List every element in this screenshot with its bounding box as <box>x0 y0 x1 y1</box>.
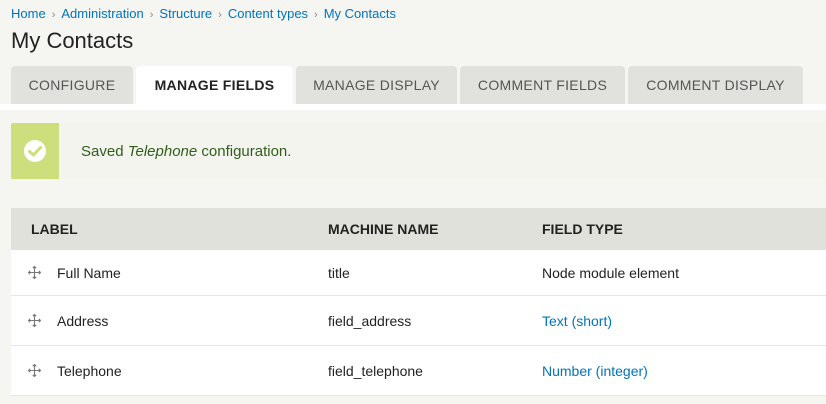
row-label: Full Name <box>57 264 121 281</box>
table-row: Address field_address Text (short) <box>11 296 826 346</box>
tab-bar: CONFIGURE MANAGE FIELDS MANAGE DISPLAY C… <box>11 66 803 104</box>
page-title: My Contacts <box>11 28 134 53</box>
tab-manage-display[interactable]: MANAGE DISPLAY <box>296 66 457 104</box>
status-message-text: Saved Telephone configuration. <box>81 143 291 160</box>
header-field-type[interactable]: FIELD TYPE <box>542 221 826 237</box>
status-message-suffix: configuration. <box>197 142 292 160</box>
row-machine-name: field_address <box>328 312 412 329</box>
breadcrumb-separator: › <box>314 9 318 21</box>
row-label: Address <box>57 312 109 329</box>
fields-table: LABEL MACHINE NAME FIELD TYPE Full Name … <box>11 208 826 396</box>
checkmark-icon <box>24 140 46 162</box>
breadcrumb-administration[interactable]: Administration <box>61 6 143 21</box>
row-field-type-link[interactable]: Text (short) <box>542 313 826 329</box>
breadcrumb-my-contacts[interactable]: My Contacts <box>324 6 396 21</box>
row-machine-name: field_telephone <box>328 362 423 379</box>
table-row: Telephone field_telephone Number (intege… <box>11 346 826 396</box>
header-label[interactable]: LABEL <box>11 221 328 237</box>
row-field-type: Node module element <box>542 264 679 281</box>
breadcrumb-content-types[interactable]: Content types <box>228 6 308 21</box>
drag-handle-icon[interactable] <box>28 364 41 377</box>
breadcrumb-separator: › <box>51 9 56 21</box>
breadcrumb: Home › Administration › Structure › Content ty… <box>11 6 396 21</box>
table-row: Full Name title Node module element <box>11 250 826 296</box>
drag-handle-icon[interactable] <box>28 314 41 327</box>
row-machine-name: title <box>328 264 350 281</box>
status-message-prefix: Saved <box>81 142 128 160</box>
tab-comment-display[interactable]: COMMENT DISPLAY <box>628 66 803 104</box>
table-header: LABEL MACHINE NAME FIELD TYPE <box>11 208 826 250</box>
row-label: Telephone <box>57 362 122 379</box>
breadcrumb-separator: › <box>218 9 222 21</box>
tab-comment-fields[interactable]: COMMENT FIELDS <box>460 66 625 104</box>
tab-manage-fields[interactable]: MANAGE FIELDS <box>136 66 293 104</box>
status-message-field-name: Telephone <box>127 142 198 160</box>
header-machine-name[interactable]: MACHINE NAME <box>328 221 542 237</box>
row-field-type-link[interactable]: Number (integer) <box>542 363 826 379</box>
tab-underline <box>0 104 826 110</box>
breadcrumb-structure[interactable]: Structure <box>159 6 212 21</box>
drag-handle-icon[interactable] <box>28 266 41 279</box>
breadcrumb-separator: › <box>149 9 154 21</box>
status-message: Saved Telephone configuration. <box>11 123 826 179</box>
tab-configure[interactable]: CONFIGURE <box>11 66 133 104</box>
breadcrumb-home[interactable]: Home <box>11 6 46 21</box>
status-icon-box <box>11 123 59 179</box>
